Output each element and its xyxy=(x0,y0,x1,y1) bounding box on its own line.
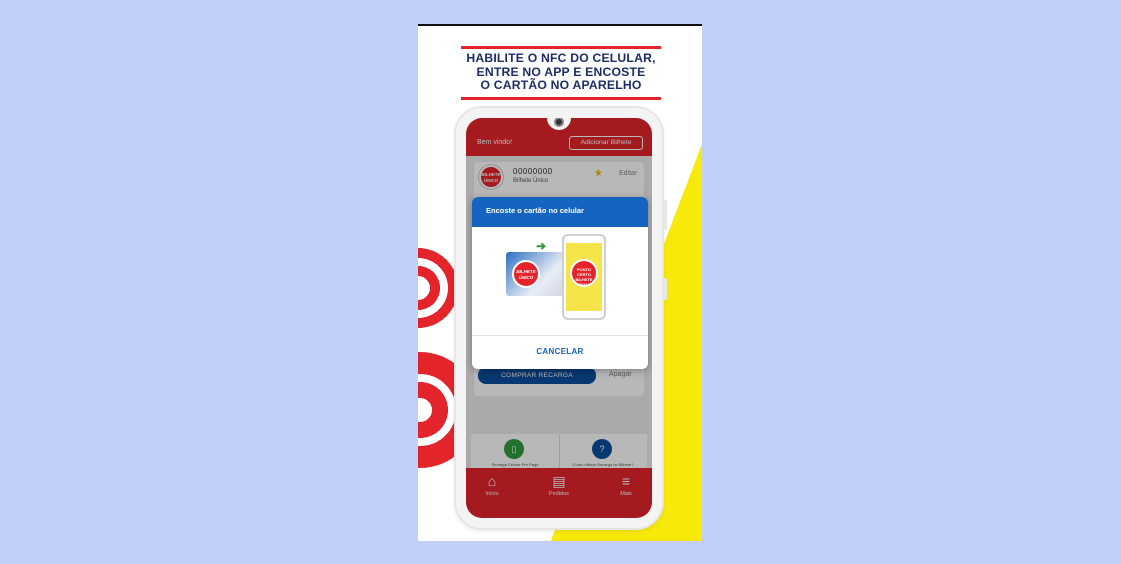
arrow-icon: ➜ xyxy=(536,239,547,253)
transit-card-image: BILHETE ÚNICO xyxy=(506,252,564,296)
camera-icon xyxy=(554,118,564,127)
phone-side-button xyxy=(663,278,667,300)
headline-bottom-rule xyxy=(461,96,661,100)
phone-screen: Bem vindo! Adicionar Bilhete BILHETE ÚNI… xyxy=(466,118,652,518)
headline-line-3: O CARTÃO NO APARELHO xyxy=(480,78,642,92)
promo-poster: HABILITE O NFC DO CELULAR, ENTRE NO APP … xyxy=(418,24,702,541)
phone-image: PONTO CERTO BILHETE ÚNICO xyxy=(562,234,606,320)
phone-side-button xyxy=(663,200,667,230)
bilhete-unico-logo: BILHETE ÚNICO xyxy=(512,260,540,288)
modal-title: Encoste o cartão no celular xyxy=(472,197,648,227)
headline-text: HABILITE O NFC DO CELULAR, ENTRE NO APP … xyxy=(461,49,661,97)
modal-illustration: BILHETE ÚNICO ➜ PONTO CERTO BILHETE ÚNIC… xyxy=(472,227,648,335)
headline: HABILITE O NFC DO CELULAR, ENTRE NO APP … xyxy=(461,46,661,100)
headline-line-1: HABILITE O NFC DO CELULAR, xyxy=(466,51,656,65)
ponto-certo-logo: PONTO CERTO BILHETE ÚNICO xyxy=(570,259,598,287)
cancel-button[interactable]: CANCELAR xyxy=(472,347,648,356)
phone-mockup: Bem vindo! Adicionar Bilhete BILHETE ÚNI… xyxy=(456,108,667,528)
divider xyxy=(472,335,648,336)
nfc-modal: Encoste o cartão no celular BILHETE ÚNIC… xyxy=(472,197,648,369)
phone-image-screen: PONTO CERTO BILHETE ÚNICO xyxy=(566,243,602,311)
headline-line-2: ENTRE NO APP E ENCOSTE xyxy=(476,64,646,79)
